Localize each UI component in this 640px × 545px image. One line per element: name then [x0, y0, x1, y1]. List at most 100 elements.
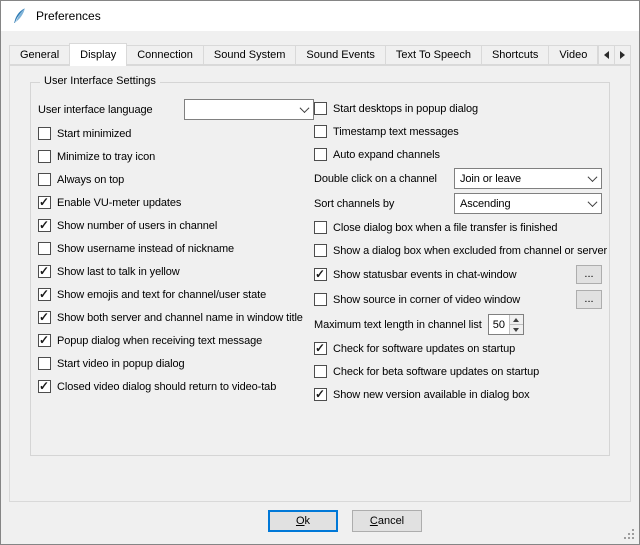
checkbox-label: Closed video dialog should return to vid…: [57, 381, 276, 393]
checkbox-video-source-corner[interactable]: [314, 293, 327, 306]
spin-down-button[interactable]: [510, 325, 523, 334]
checkbox-row[interactable]: Show new version available in dialog box: [314, 383, 602, 406]
checkbox-label: Start desktops in popup dialog: [333, 103, 478, 115]
video-source-browse-button[interactable]: ...: [576, 290, 602, 309]
checkbox-start-desktops-popup[interactable]: [314, 102, 327, 115]
up-triangle-icon: [513, 318, 519, 322]
checkbox-row[interactable]: Closed video dialog should return to vid…: [38, 375, 314, 398]
checkbox-row[interactable]: Enable VU-meter updates: [38, 191, 314, 214]
video-source-row[interactable]: Show source in corner of video window ..…: [314, 287, 602, 312]
checkbox-label: Popup dialog when receiving text message: [57, 335, 262, 347]
checkbox-row[interactable]: Auto expand channels: [314, 143, 602, 166]
checkbox-video-return-tab[interactable]: [38, 380, 51, 393]
checkbox-show-excluded-dialog[interactable]: [314, 244, 327, 257]
spinner-buttons: [509, 315, 523, 334]
checkbox-vu-meter-updates[interactable]: [38, 196, 51, 209]
checkbox-row[interactable]: Check for beta software updates on start…: [314, 360, 602, 383]
statusbar-events-row[interactable]: Show statusbar events in chat-window ...: [314, 262, 602, 287]
checkbox-row[interactable]: Close dialog box when a file transfer is…: [314, 216, 602, 239]
tab-connection[interactable]: Connection: [126, 45, 204, 65]
checkbox-row[interactable]: Show both server and channel name in win…: [38, 306, 314, 329]
tab-scroll-right-button[interactable]: [614, 45, 631, 65]
checkbox-label: Enable VU-meter updates: [57, 197, 181, 209]
sort-channels-select[interactable]: Ascending: [454, 193, 602, 214]
checkbox-timestamp-messages[interactable]: [314, 125, 327, 138]
checkbox-close-filetransfer-dialog[interactable]: [314, 221, 327, 234]
checkbox-row[interactable]: Minimize to tray icon: [38, 145, 314, 168]
checkbox-row[interactable]: Check for software updates on startup: [314, 337, 602, 360]
ok-accel: O: [296, 515, 305, 527]
sort-channels-value: Ascending: [460, 198, 583, 210]
left-triangle-icon: [604, 51, 609, 59]
tab-bar: General Display Connection Sound System …: [9, 43, 599, 66]
language-row: User interface language: [38, 97, 314, 122]
checkbox-row[interactable]: Always on top: [38, 168, 314, 191]
checkbox-label: Close dialog box when a file transfer is…: [333, 222, 557, 234]
checkbox-row[interactable]: Show username instead of nickname: [38, 237, 314, 260]
tab-text-to-speech[interactable]: Text To Speech: [385, 45, 482, 65]
checkbox-label: Timestamp text messages: [333, 126, 459, 138]
tab-scroll-left-button[interactable]: [598, 45, 615, 65]
checkbox-show-new-version[interactable]: [314, 388, 327, 401]
checkbox-row[interactable]: Popup dialog when receiving text message: [38, 329, 314, 352]
double-click-label: Double click on a channel: [314, 173, 437, 185]
right-column: Start desktops in popup dialog Timestamp…: [314, 97, 602, 406]
chevron-down-icon: [588, 197, 598, 207]
checkbox-auto-expand-channels[interactable]: [314, 148, 327, 161]
checkbox-check-updates[interactable]: [314, 342, 327, 355]
checkbox-label: Show a dialog box when excluded from cha…: [333, 245, 607, 257]
language-select[interactable]: [184, 99, 314, 120]
checkbox-check-beta-updates[interactable]: [314, 365, 327, 378]
checkbox-statusbar-events[interactable]: [314, 268, 327, 281]
double-click-select[interactable]: Join or leave: [454, 168, 602, 189]
checkbox-start-minimized[interactable]: [38, 127, 51, 140]
checkbox-label: Show both server and channel name in win…: [57, 312, 303, 324]
checkbox-show-user-count[interactable]: [38, 219, 51, 232]
checkbox-row[interactable]: Start video in popup dialog: [38, 352, 314, 375]
checkbox-always-on-top[interactable]: [38, 173, 51, 186]
tab-sound-system[interactable]: Sound System: [203, 45, 297, 65]
checkbox-row[interactable]: Show number of users in channel: [38, 214, 314, 237]
checkbox-label: Show username instead of nickname: [57, 243, 234, 255]
checkbox-row[interactable]: Show emojis and text for channel/user st…: [38, 283, 314, 306]
checkbox-label: Show last to talk in yellow: [57, 266, 180, 278]
preferences-dialog: Preferences General Display Connection S…: [0, 0, 640, 545]
sort-channels-label: Sort channels by: [314, 198, 394, 210]
checkbox-popup-text-message[interactable]: [38, 334, 51, 347]
tab-sound-events[interactable]: Sound Events: [295, 45, 386, 65]
checkbox-row[interactable]: Start desktops in popup dialog: [314, 97, 602, 120]
checkbox-row[interactable]: Show a dialog box when excluded from cha…: [314, 239, 602, 262]
ok-rest: k: [305, 515, 311, 527]
checkbox-emojis-text-state[interactable]: [38, 288, 51, 301]
tab-display[interactable]: Display: [69, 43, 127, 66]
spinner-value: 50: [489, 315, 509, 334]
dialog-buttons: Ok Cancel: [51, 510, 639, 532]
checkbox-show-username[interactable]: [38, 242, 51, 255]
checkbox-label: Show number of users in channel: [57, 220, 217, 232]
cancel-button[interactable]: Cancel: [352, 510, 422, 532]
checkbox-label: Show emojis and text for channel/user st…: [57, 289, 266, 301]
title-bar[interactable]: Preferences: [1, 1, 639, 31]
group-title: User Interface Settings: [40, 75, 160, 87]
down-triangle-icon: [513, 328, 519, 332]
window-title: Preferences: [36, 9, 101, 23]
checkbox-row[interactable]: Timestamp text messages: [314, 120, 602, 143]
spin-up-button[interactable]: [510, 315, 523, 325]
max-text-length-spinner[interactable]: 50: [488, 314, 524, 335]
checkbox-server-channel-title[interactable]: [38, 311, 51, 324]
tab-shortcuts[interactable]: Shortcuts: [481, 45, 549, 65]
statusbar-events-browse-button[interactable]: ...: [576, 265, 602, 284]
ok-button[interactable]: Ok: [268, 510, 338, 532]
checkbox-last-talk-yellow[interactable]: [38, 265, 51, 278]
checkbox-minimize-to-tray[interactable]: [38, 150, 51, 163]
checkbox-row[interactable]: Start minimized: [38, 122, 314, 145]
display-tab-pane: User Interface Settings User interface l…: [9, 65, 631, 502]
tab-general[interactable]: General: [9, 45, 70, 65]
checkbox-start-video-popup[interactable]: [38, 357, 51, 370]
tab-video[interactable]: Video: [548, 45, 598, 65]
checkbox-row[interactable]: Show last to talk in yellow: [38, 260, 314, 283]
resize-grip[interactable]: [623, 528, 636, 541]
cancel-accel: C: [370, 515, 378, 527]
checkbox-label: Show statusbar events in chat-window: [333, 269, 517, 281]
double-click-value: Join or leave: [460, 173, 583, 185]
